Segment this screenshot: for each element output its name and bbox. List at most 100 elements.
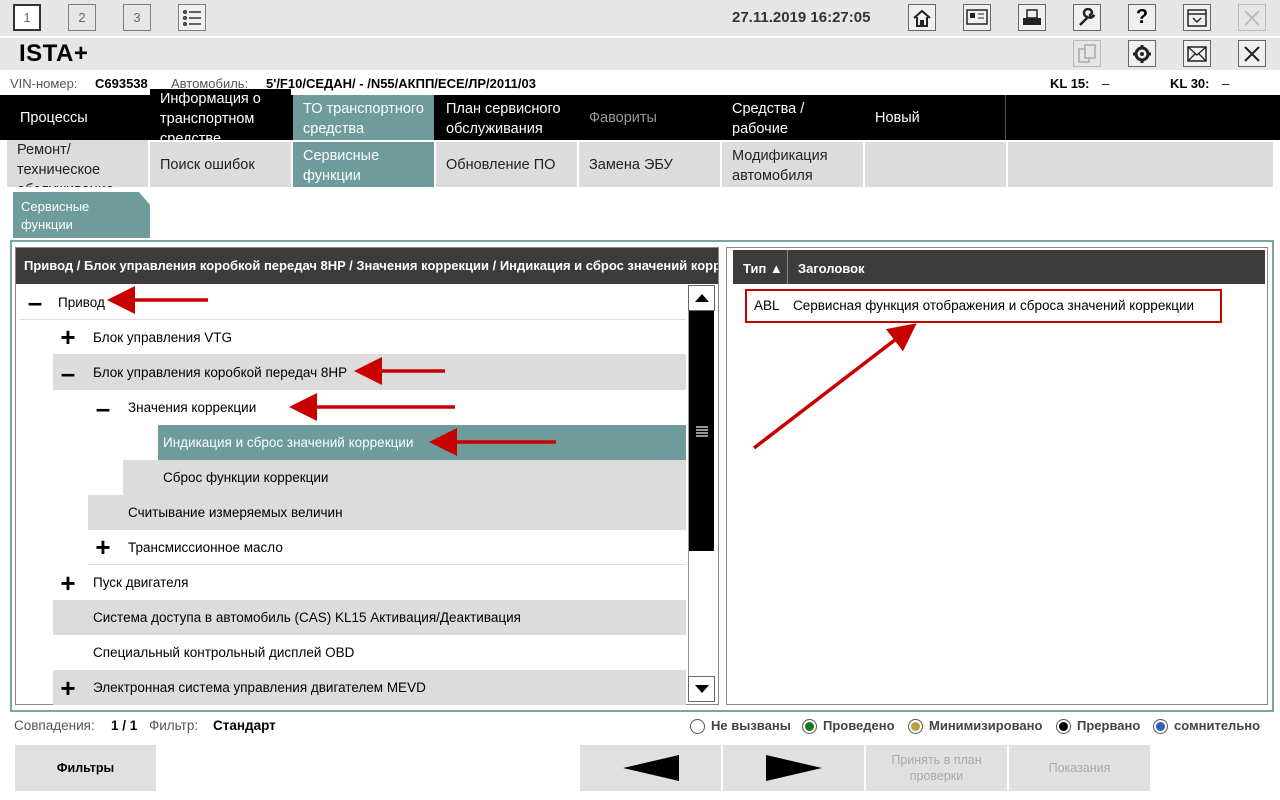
results-header: Тип ▲ Заголовок (733, 250, 1265, 284)
minimize-button[interactable] (1183, 4, 1211, 31)
session-tab-2[interactable]: 2 (68, 4, 96, 31)
kl30-value: – (1222, 76, 1230, 91)
copy-icon (1078, 43, 1096, 63)
kl30-label: KL 30: (1170, 76, 1210, 91)
arrow-right-icon (765, 755, 822, 781)
subtab-service-functions[interactable]: Сервисные функции (13, 192, 150, 238)
scroll-down-button[interactable] (688, 676, 715, 702)
car-value: 5'/F10/СЕДАН/ - /N55/АКПП/ЕСЕ/ЛР/2011/03 (266, 76, 536, 91)
scroll-thumb[interactable] (689, 311, 714, 551)
copy-button[interactable] (1073, 40, 1101, 67)
arrow-down-icon (694, 685, 709, 693)
forward-button[interactable] (723, 745, 864, 791)
expand-icon[interactable]: + (53, 324, 83, 350)
tree-item-vtg[interactable]: + Блок управления VTG (53, 320, 686, 355)
list-icon (182, 9, 201, 26)
result-row[interactable]: ABL Сервисная функция отображения и сбро… (745, 289, 1222, 323)
tab-empty-2 (1008, 142, 1273, 187)
show-readings-button[interactable]: Показания (1009, 745, 1150, 791)
arrow-left-icon (622, 755, 679, 781)
kl15-value: – (1102, 76, 1110, 91)
result-type: ABL (754, 298, 780, 313)
tab-empty-1 (865, 142, 1006, 187)
tree-item-engine-start[interactable]: + Пуск двигателя (53, 565, 686, 600)
close-icon (1244, 9, 1260, 26)
tab-fluids[interactable]: Средства / рабочие жидкости (722, 95, 863, 140)
legend-aborted-icon (1056, 719, 1071, 734)
home-button[interactable] (908, 4, 936, 31)
help-button[interactable]: ? (1128, 4, 1156, 31)
tree-item-correction-values[interactable]: – Значения коррекции (88, 390, 686, 425)
envelope-icon (1187, 45, 1207, 62)
expand-icon[interactable]: + (53, 675, 83, 701)
tab-vehicle-modification[interactable]: Модификация автомобиля (722, 142, 863, 187)
legend-done-icon (802, 719, 817, 734)
legend-doubtful-icon (1153, 719, 1168, 734)
tab-ecu-replacement[interactable]: Замена ЭБУ (579, 142, 720, 187)
window-minimize-icon (1187, 8, 1207, 27)
legend-minimized-icon (908, 719, 923, 734)
collapse-icon[interactable]: – (53, 360, 83, 386)
help-icon: ? (1135, 6, 1149, 28)
printer-icon (1023, 8, 1041, 25)
tree-item-show-reset-selected[interactable]: Индикация и сброс значений коррекции (158, 425, 686, 460)
expand-icon[interactable]: + (53, 570, 83, 596)
tree-item-reset-correction[interactable]: Сброс функции коррекции (123, 460, 686, 495)
legend-not-called: Не вызваны (711, 718, 791, 733)
app-title: ISTA+ (19, 40, 89, 67)
tree-item-transmission-oil[interactable]: + Трансмиссионное масло (88, 530, 686, 565)
tab-service-functions[interactable]: Сервисные функции (293, 142, 434, 187)
vehicle-info-button[interactable] (963, 4, 991, 31)
tab-processes[interactable]: Процессы (10, 95, 148, 140)
back-button[interactable] (580, 745, 721, 791)
mail-button[interactable] (1183, 40, 1211, 67)
tab-vehicle-info[interactable]: Информация о транспортном средстве (150, 89, 291, 140)
column-type[interactable]: Тип ▲ (743, 261, 783, 276)
close-icon (1244, 45, 1260, 62)
tab-fault-search[interactable]: Поиск ошибок (150, 142, 291, 187)
tab-service-plan[interactable]: План сервисного обслуживания (436, 95, 577, 140)
column-title[interactable]: Заголовок (798, 261, 865, 276)
tab-new[interactable]: Новый (865, 95, 1006, 140)
vehicle-id-icon (966, 8, 988, 25)
tree-breadcrumb: Привод / Блок управления коробкой переда… (16, 248, 718, 284)
vin-value: C693538 (95, 76, 148, 91)
settings-button[interactable] (1128, 40, 1156, 67)
result-title: Сервисная функция отображения и сброса з… (793, 298, 1195, 313)
add-to-plan-button[interactable]: Принять в план проверки (866, 745, 1007, 791)
filter-label: Фильтр: (149, 718, 199, 733)
tree-item-mevd[interactable]: + Электронная система управления двигате… (53, 670, 686, 705)
list-view-button[interactable] (178, 4, 206, 31)
tree-item-8hp[interactable]: – Блок управления коробкой передач 8HP (53, 355, 686, 390)
legend-minimized: Минимизировано (929, 718, 1043, 733)
gear-icon (1133, 44, 1151, 63)
close-session-button[interactable] (1238, 40, 1266, 67)
matches-label: Совпадения: (14, 718, 95, 733)
filter-value: Стандарт (213, 718, 276, 733)
grip-icon (695, 426, 708, 437)
home-icon (913, 9, 931, 27)
wrench-icon (1079, 7, 1096, 26)
tab-repair-maintenance[interactable]: Ремонт/ техническое обслуживание (7, 140, 148, 187)
scroll-up-button[interactable] (688, 285, 715, 311)
legend-done: Проведено (823, 718, 895, 733)
arrow-up-icon (694, 294, 709, 302)
session-tab-1[interactable]: 1 (13, 4, 41, 31)
tree-item-drive[interactable]: – Привод (20, 285, 686, 320)
tree-item-read-values[interactable]: Считывание измеряемых величин (88, 495, 686, 530)
tab-favorites[interactable]: Фавориты (579, 95, 720, 140)
tools-button[interactable] (1073, 4, 1101, 31)
tree-list: – Привод + Блок управления VTG – Блок уп… (17, 285, 686, 705)
filters-button[interactable]: Фильтры (15, 745, 156, 791)
print-button[interactable] (1018, 4, 1046, 31)
tab-software-update[interactable]: Обновление ПО (436, 142, 577, 187)
tree-item-obd[interactable]: Специальный контрольный дисплей OBD (53, 635, 686, 670)
tab-vehicle-service[interactable]: ТО транспортного средства (293, 95, 434, 140)
close-app-button[interactable] (1238, 4, 1266, 31)
tree-item-cas[interactable]: Система доступа в автомобиль (CAS) KL15 … (53, 600, 686, 635)
session-tab-3[interactable]: 3 (123, 4, 151, 31)
collapse-icon[interactable]: – (88, 395, 118, 421)
expand-icon[interactable]: + (88, 534, 118, 560)
datetime-display: 27.11.2019 16:27:05 (732, 9, 871, 26)
collapse-icon[interactable]: – (20, 289, 50, 315)
